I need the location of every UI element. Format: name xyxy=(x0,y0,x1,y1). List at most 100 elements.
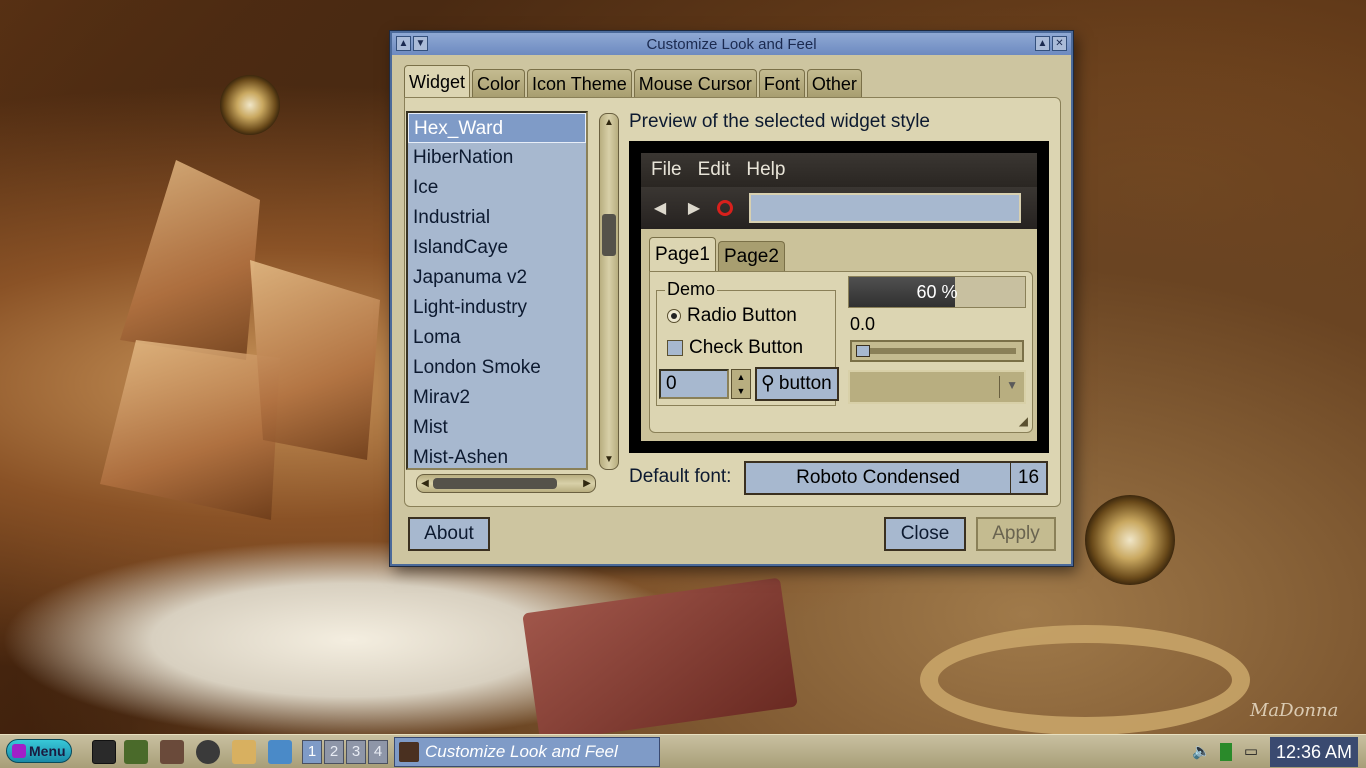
theme-item[interactable]: Mirav2 xyxy=(408,383,586,413)
browser-icon[interactable] xyxy=(196,740,220,764)
preview-text-entry[interactable] xyxy=(749,193,1021,223)
tab-widget[interactable]: Widget xyxy=(404,65,471,97)
scroll-left-icon[interactable]: ◀ xyxy=(418,475,432,492)
scroll-right-icon[interactable]: ▶ xyxy=(580,475,594,492)
demo-frame: Demo Radio Button Check Button 0 ▲ ▼ ⚲ bu… xyxy=(656,279,839,406)
menu-button-label: Menu xyxy=(29,743,66,759)
theme-list[interactable]: Hex_Ward HiberNation Ice Industrial Isla… xyxy=(406,111,588,470)
preview-menu-edit[interactable]: Edit xyxy=(698,159,731,181)
combo-separator xyxy=(999,376,1000,398)
app-grid-icon[interactable] xyxy=(160,740,184,764)
volume-icon[interactable]: 🔈 xyxy=(1192,743,1211,761)
clock[interactable]: 12:36 AM xyxy=(1269,737,1358,767)
scroll-up-icon[interactable]: ▲ xyxy=(602,116,616,130)
checkbox-indicator-icon[interactable] xyxy=(667,340,683,356)
demo-search-button[interactable]: ⚲ button xyxy=(755,367,839,401)
close-button[interactable]: Close xyxy=(884,517,966,551)
apply-button[interactable]: Apply xyxy=(976,517,1056,551)
demo-combo-box[interactable]: ▼ xyxy=(848,370,1026,404)
widget-preview: File Edit Help ◀ ▶ Page1 Page2 Demo Radi… xyxy=(629,141,1049,453)
chevron-down-icon[interactable]: ▼ xyxy=(1006,378,1018,392)
theme-item[interactable]: Light-industry xyxy=(408,293,586,323)
tab-mouse-cursor[interactable]: Mouse Cursor xyxy=(633,69,757,97)
theme-item[interactable]: IslandCaye xyxy=(408,233,586,263)
workspace-4[interactable]: 4 xyxy=(368,740,388,764)
resize-grip-icon[interactable]: ◢ xyxy=(1019,414,1028,428)
terminal-icon[interactable] xyxy=(92,740,116,764)
taskbar-window-button[interactable]: Customize Look and Feel xyxy=(394,737,660,767)
customize-look-and-feel-window: ▲ ▼ Customize Look and Feel ▲ ✕ Widget C… xyxy=(390,31,1073,566)
forward-arrow-icon[interactable]: ▶ xyxy=(683,198,705,218)
settings-app-icon[interactable] xyxy=(268,740,292,764)
radio-indicator-icon[interactable] xyxy=(667,309,681,323)
demo-slider[interactable] xyxy=(850,340,1024,362)
close-window-icon[interactable]: ✕ xyxy=(1052,36,1067,51)
preview-title: Preview of the selected widget style xyxy=(629,111,930,132)
demo-check-button[interactable]: Check Button xyxy=(667,337,803,359)
network-icon[interactable] xyxy=(1219,743,1232,761)
theme-item[interactable]: Hex_Ward xyxy=(408,113,586,143)
scrollbar-thumb[interactable] xyxy=(433,478,557,489)
search-icon: ⚲ xyxy=(761,373,775,394)
back-arrow-icon[interactable]: ◀ xyxy=(649,198,671,218)
wallpaper-sail xyxy=(250,260,380,460)
tab-color[interactable]: Color xyxy=(472,69,526,97)
music-player-icon[interactable] xyxy=(124,740,148,764)
preview-tab-bar: Page1 Page2 xyxy=(649,237,785,271)
menu-logo-icon xyxy=(12,744,26,758)
radio-button-label: Radio Button xyxy=(687,305,797,326)
workspace-1[interactable]: 1 xyxy=(302,740,322,764)
theme-item[interactable]: London Smoke xyxy=(408,353,586,383)
battery-icon[interactable]: ▭ xyxy=(1242,743,1260,761)
workspace-2[interactable]: 2 xyxy=(324,740,344,764)
menu-button[interactable]: Menu xyxy=(6,739,72,763)
file-manager-icon[interactable] xyxy=(232,740,256,764)
shade-up-icon[interactable]: ▲ xyxy=(396,36,411,51)
theme-item[interactable]: Mist xyxy=(408,413,586,443)
preview-menubar: File Edit Help xyxy=(641,153,1037,187)
preview-tab-page1[interactable]: Page1 xyxy=(649,237,716,271)
preview-menu-file[interactable]: File xyxy=(651,159,682,181)
workspace-3[interactable]: 3 xyxy=(346,740,366,764)
demo-spin-entry[interactable]: 0 xyxy=(659,369,729,399)
theme-item[interactable]: Ice xyxy=(408,173,586,203)
system-tray: 🔈 ▭ 12:36 AM xyxy=(1192,737,1358,767)
tab-font[interactable]: Font xyxy=(758,69,805,97)
stop-icon[interactable] xyxy=(717,200,733,216)
wallpaper-rope xyxy=(920,625,1250,735)
theme-item[interactable]: Japanuma v2 xyxy=(408,263,586,293)
theme-item[interactable]: Industrial xyxy=(408,203,586,233)
preview-tab-page2[interactable]: Page2 xyxy=(717,241,785,271)
demo-radio-button[interactable]: Radio Button xyxy=(667,305,797,327)
wallpaper-compass xyxy=(220,75,280,135)
theme-item[interactable]: Mist-Ashen xyxy=(408,443,586,468)
theme-item[interactable]: Loma xyxy=(408,323,586,353)
demo-progress-bar: 60 % xyxy=(848,276,1026,308)
font-name: Roboto Condensed xyxy=(796,467,960,488)
tab-icon-theme[interactable]: Icon Theme xyxy=(527,69,632,97)
default-font-button[interactable]: Roboto Condensed 16 xyxy=(744,461,1048,495)
font-size: 16 xyxy=(1010,463,1046,493)
tab-other[interactable]: Other xyxy=(806,69,862,97)
slider-track xyxy=(858,348,1016,354)
about-button[interactable]: About xyxy=(408,517,490,551)
theme-list-horizontal-scrollbar[interactable]: ◀ ▶ xyxy=(416,474,596,493)
maximize-icon[interactable]: ▲ xyxy=(1035,36,1050,51)
wallpaper-sail xyxy=(100,340,280,520)
preview-page-panel: Demo Radio Button Check Button 0 ▲ ▼ ⚲ bu… xyxy=(649,271,1033,433)
scrollbar-thumb[interactable] xyxy=(602,214,616,256)
window-title: Customize Look and Feel xyxy=(646,35,817,53)
theme-item[interactable]: HiberNation xyxy=(408,143,586,173)
slider-knob[interactable] xyxy=(856,345,870,357)
wallpaper-signature: MaDonna xyxy=(1250,700,1339,721)
spin-stepper-icon[interactable]: ▲ ▼ xyxy=(731,369,751,399)
window-titlebar[interactable]: ▲ ▼ Customize Look and Feel ▲ ✕ xyxy=(392,33,1071,55)
demo-button-label: button xyxy=(778,373,832,394)
shade-down-icon[interactable]: ▼ xyxy=(413,36,428,51)
scroll-down-icon[interactable]: ▼ xyxy=(602,453,616,467)
preview-menu-help[interactable]: Help xyxy=(746,159,785,181)
scale-value: 0.0 xyxy=(850,314,876,334)
wallpaper-sail xyxy=(120,160,260,360)
default-font-label: Default font: xyxy=(629,466,732,487)
theme-list-vertical-scrollbar[interactable]: ▲ ▼ xyxy=(599,113,619,470)
